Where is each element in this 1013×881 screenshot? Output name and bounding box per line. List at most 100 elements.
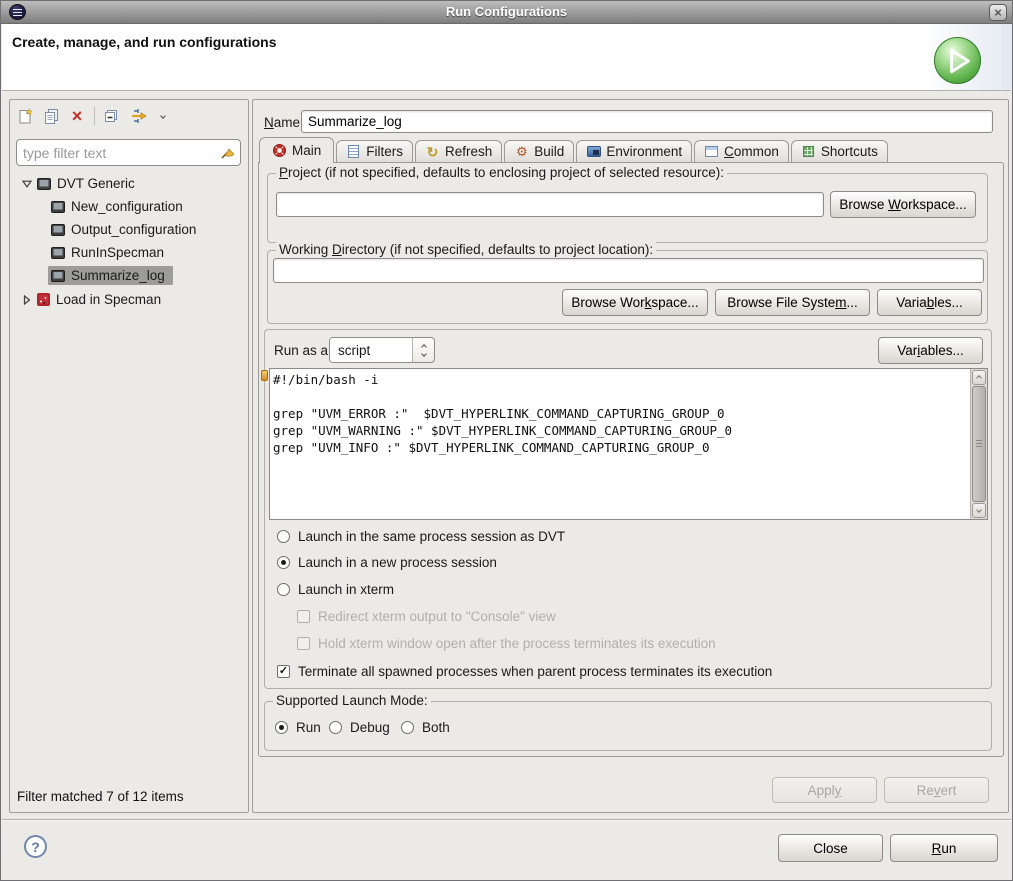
close-icon: × [994,6,1002,19]
tab-environment[interactable]: Environment [576,140,692,162]
workdir-input[interactable] [273,258,984,283]
tree-item-dvt-generic[interactable]: DVT Generic [11,172,243,195]
chevron-expanded-icon[interactable] [20,180,34,188]
window-title: Run Configurations [1,4,1012,19]
workdir-group-label: Working Directory (if not specified, def… [276,242,656,257]
clear-filter-icon[interactable] [219,143,236,163]
radio-mode-debug[interactable]: Debug [329,717,390,737]
title-bar[interactable]: Run Configurations × [1,1,1012,24]
collapse-all-button[interactable] [100,106,122,126]
delete-icon: × [72,107,83,125]
radio-selected-icon [275,721,288,734]
tree-item-label: New_configuration [71,199,183,214]
config-type-icon [51,224,65,236]
run-button[interactable]: Run [890,834,998,862]
tree-item-runinspecman[interactable]: RunInSpecman [11,241,243,264]
tab-common[interactable]: Common [694,140,789,162]
project-input[interactable] [276,192,824,217]
checkbox-icon [297,610,310,623]
script-scrollbar[interactable] [970,369,987,519]
new-config-icon [17,108,33,124]
main-tab-content: Project (if not specified, defaults to e… [258,162,1004,757]
help-button[interactable]: ? [24,835,47,858]
scrollbar-thumb[interactable] [972,386,986,502]
project-browse-workspace-button[interactable]: Browse Workspace... [830,191,976,218]
specman-type-icon [37,293,50,306]
checkbox-label: Terminate all spawned processes when par… [298,664,772,679]
tab-shortcuts[interactable]: Shortcuts [791,140,888,162]
script-editor[interactable]: #!/bin/bash -i grep "UVM_ERROR :" $DVT_H… [269,368,988,520]
radio-icon [277,530,290,543]
tree-item-label: Load in Specman [56,292,161,307]
radio-label: Launch in xterm [298,582,394,597]
launch-mode-group: Supported Launch Mode: Run Debug Both [264,701,992,751]
tab-refresh[interactable]: ↻ Refresh [415,140,502,162]
radio-xterm[interactable]: Launch in xterm [277,579,394,599]
filter-arrows-icon [129,108,149,124]
new-configuration-button[interactable] [14,106,36,126]
spinner-arrows-icon [412,338,434,362]
radio-mode-both[interactable]: Both [401,717,450,737]
tab-build[interactable]: ⚙ Build [504,140,574,162]
name-input[interactable] [301,110,993,133]
window-close-button[interactable]: × [989,4,1007,21]
name-label: Name: [264,115,304,130]
toolbar-separator [94,107,95,125]
filter-input[interactable] [17,145,219,161]
tab-filters[interactable]: Filters [336,140,413,162]
launch-mode-label: Supported Launch Mode: [273,693,431,708]
tree-item-label: RunInSpecman [71,245,164,260]
configuration-editor: Name: Main Filters ↻ Refresh ⚙ Build E [252,99,1009,813]
close-button[interactable]: Close [778,834,883,862]
tree-item-new-configuration[interactable]: New_configuration [11,195,243,218]
filter-box [16,139,241,166]
dialog-header: Create, manage, and run configurations [2,24,1011,91]
apply-button[interactable]: Apply [772,777,877,803]
toolbar-menu-button[interactable] [156,106,170,126]
radio-label: Both [422,720,450,735]
radio-label: Launch in the same process session as DV… [298,529,565,544]
scroll-up-icon[interactable] [972,370,986,385]
chevron-down-icon [160,113,166,119]
refresh-tab-icon: ↻ [425,144,440,159]
config-type-icon [51,270,65,282]
revert-button[interactable]: Revert [884,777,989,803]
workdir-browse-filesystem-button[interactable]: Browse File System... [715,289,870,316]
tab-main[interactable]: Main [259,137,334,163]
filters-tab-icon [346,144,361,159]
tree-item-load-in-specman[interactable]: Load in Specman [11,288,243,311]
checkbox-terminate-spawned[interactable]: ✓ Terminate all spawned processes when p… [277,661,772,681]
environment-tab-icon [586,144,601,159]
workdir-variables-button[interactable]: Variables... [877,289,982,316]
checkbox-redirect-xterm: Redirect xterm output to "Console" view [297,606,556,626]
run-as-value: script [330,338,412,362]
radio-icon [277,583,290,596]
config-type-icon [37,178,51,190]
runas-variables-button[interactable]: Variables... [878,337,983,364]
delete-configuration-button[interactable]: × [66,106,88,126]
collapse-all-icon [103,108,119,124]
radio-icon [329,721,342,734]
filter-configurations-button[interactable] [128,106,150,126]
run-as-select[interactable]: script [329,337,435,363]
common-tab-icon [704,144,719,159]
scroll-down-icon[interactable] [972,503,986,518]
duplicate-configuration-button[interactable] [40,106,62,126]
filter-match-status: Filter matched 7 of 12 items [17,789,184,804]
tree-item-label: Summarize_log [71,268,165,283]
chevron-collapsed-icon[interactable] [20,295,34,305]
radio-mode-run[interactable]: Run [275,717,321,737]
radio-same-process[interactable]: Launch in the same process session as DV… [277,526,565,546]
config-type-icon [51,247,65,259]
tab-bar: Main Filters ↻ Refresh ⚙ Build Environme… [259,137,888,163]
duplicate-icon [43,108,59,124]
checkbox-checked-icon: ✓ [277,665,290,678]
workdir-browse-workspace-button[interactable]: Browse Workspace... [562,289,708,316]
checkbox-hold-xterm: Hold xterm window open after the process… [297,633,716,653]
tree-item-summarize-log[interactable]: Summarize_log [11,264,243,287]
checkbox-label: Redirect xterm output to "Console" view [318,609,556,624]
checkbox-label: Hold xterm window open after the process… [318,636,716,651]
radio-label: Debug [350,720,390,735]
radio-new-process[interactable]: Launch in a new process session [277,552,497,572]
tree-item-output-configuration[interactable]: Output_configuration [11,218,243,241]
